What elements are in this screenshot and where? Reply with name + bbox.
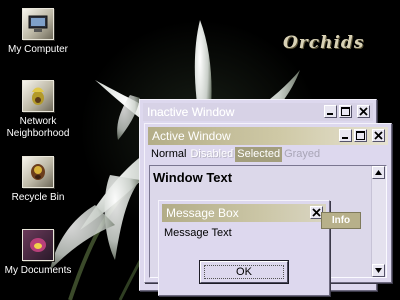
maximize-button[interactable]: [354, 129, 367, 142]
message-box-title: Message Box: [166, 206, 239, 220]
close-icon: [312, 208, 321, 217]
documents-icon: [22, 229, 54, 261]
computer-icon: [22, 8, 54, 40]
wallpaper-title: Orchids: [283, 33, 365, 53]
maximize-icon: [341, 107, 350, 116]
minimize-icon: [327, 113, 333, 115]
inactive-window-title: Inactive Window: [147, 105, 235, 119]
scroll-down-button[interactable]: [372, 264, 385, 277]
desktop-icon-label: My Documents: [4, 265, 72, 276]
scroll-up-button[interactable]: [372, 166, 385, 179]
desktop-icon-label: My Computer: [7, 44, 68, 55]
maximize-icon: [356, 131, 365, 140]
maximize-button[interactable]: [339, 105, 352, 118]
desktop-icon-label: Recycle Bin: [11, 192, 65, 203]
menu-bar: Normal Disabled Selected Grayed: [149, 147, 322, 162]
focus-rectangle: [204, 265, 284, 279]
close-button[interactable]: [357, 105, 370, 118]
desktop-icon-my-documents[interactable]: My Documents: [0, 229, 76, 277]
menu-item-grayed: Grayed: [284, 148, 321, 160]
window-text: Window Text: [153, 170, 233, 185]
vertical-scrollbar[interactable]: [371, 166, 386, 277]
message-box[interactable]: Message Box Message Text OK: [158, 200, 330, 296]
minimize-button[interactable]: [339, 129, 352, 142]
network-icon: [22, 80, 54, 112]
minimize-button[interactable]: [324, 105, 337, 118]
close-icon: [374, 131, 383, 140]
menu-item-disabled: Disabled: [190, 148, 234, 160]
close-icon: [359, 107, 368, 116]
active-window-title: Active Window: [152, 129, 231, 143]
recycle-bin-icon: [22, 156, 54, 188]
info-tooltip: Info: [321, 212, 361, 229]
menu-item-normal[interactable]: Normal: [149, 147, 188, 162]
minimize-icon: [342, 137, 348, 139]
message-box-titlebar[interactable]: Message Box: [162, 204, 326, 222]
ok-button[interactable]: OK: [199, 260, 289, 284]
desktop-icon-recycle-bin[interactable]: Recycle Bin: [0, 156, 76, 204]
inactive-window-titlebar[interactable]: Inactive Window: [143, 103, 373, 121]
arrow-up-icon: [375, 170, 382, 175]
tooltip-text: Info: [331, 215, 351, 226]
desktop-icon-network-neighborhood[interactable]: Network Neighborhood: [0, 80, 76, 140]
close-button[interactable]: [372, 129, 385, 142]
active-window-titlebar[interactable]: Active Window: [148, 127, 388, 145]
desktop-icon-label: Network Neighborhood: [6, 116, 70, 139]
menu-item-selected[interactable]: Selected: [235, 147, 283, 162]
desktop-icon-my-computer[interactable]: My Computer: [0, 8, 76, 56]
arrow-down-icon: [375, 268, 382, 273]
message-text: Message Text: [164, 227, 232, 239]
